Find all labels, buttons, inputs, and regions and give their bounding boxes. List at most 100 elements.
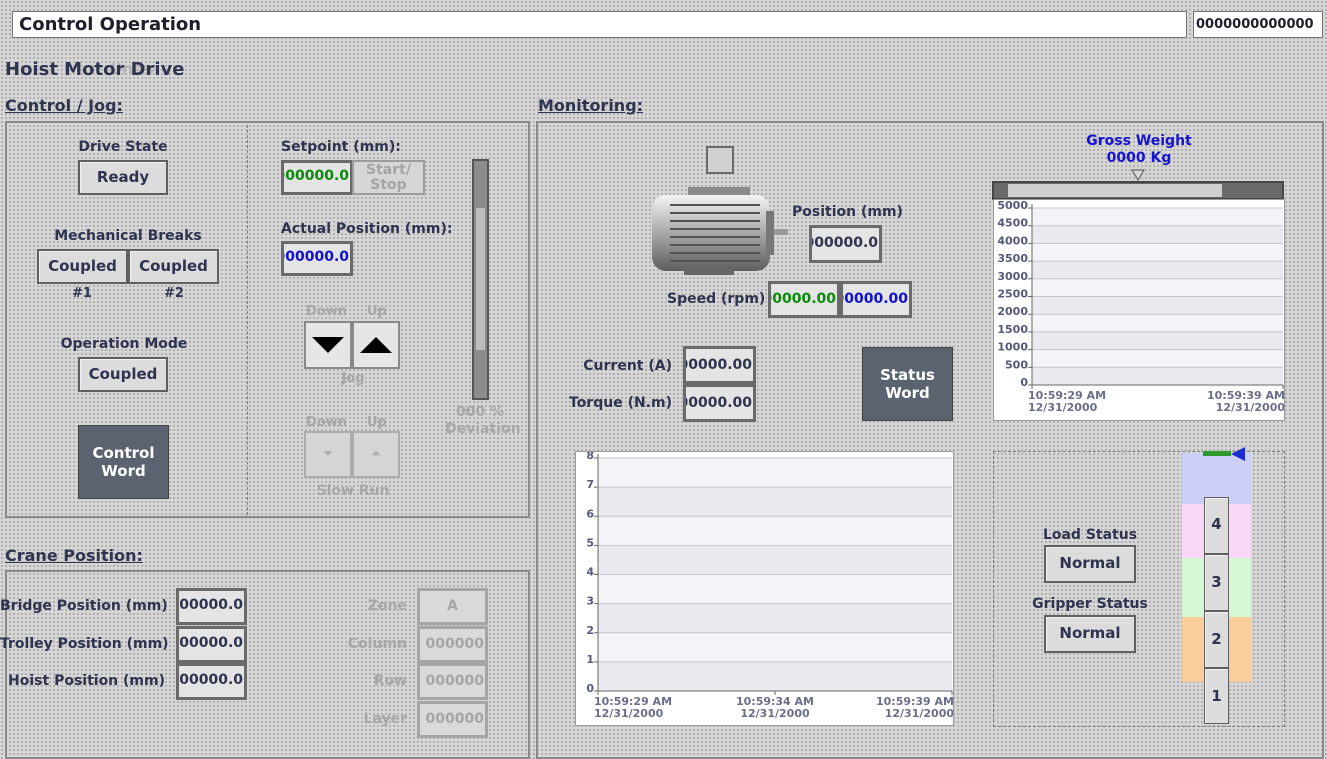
mechanical-break-1-indicator: Coupled xyxy=(37,249,128,284)
drive-state-indicator: Ready xyxy=(78,160,168,195)
speed-actual-value: 00000.00 xyxy=(840,291,908,307)
gripper-status-label: Gripper Status xyxy=(1032,596,1148,612)
monitoring-title: Monitoring: xyxy=(538,96,644,115)
x-tick-date-label: 12/31/2000 xyxy=(1216,401,1284,414)
status-word-button[interactable]: Status Word xyxy=(862,347,953,421)
grid-band xyxy=(598,487,952,517)
x-tick-date-label: 12/31/2000 xyxy=(1028,401,1098,414)
deviation-bar xyxy=(472,159,489,400)
grid-band xyxy=(1032,296,1283,315)
y-tick-label: 3 xyxy=(586,595,594,608)
level-1-block: 1 xyxy=(1204,668,1229,724)
y-tick-label: 5000 xyxy=(997,200,1028,212)
gross-weight-slider-track xyxy=(1008,184,1222,197)
slow-run-up-button[interactable]: ⏶ xyxy=(352,431,400,478)
layer-value: 000000 xyxy=(425,711,484,727)
hoist-position-field: 0000000.0 xyxy=(176,663,247,700)
column-value: 000000 xyxy=(425,636,484,652)
y-tick-label: 3000 xyxy=(997,270,1028,283)
bridge-position-label: Bridge Position (mm) xyxy=(0,598,168,614)
y-tick-label: 2000 xyxy=(997,305,1028,318)
actual-position-value: 0000000.0 xyxy=(284,249,349,265)
hoist-position-value: 0000000.0 xyxy=(179,672,243,688)
setpoint-input[interactable]: 0000000.0 xyxy=(281,160,353,195)
row-field: 000000 xyxy=(417,663,488,700)
grid-band xyxy=(598,661,952,691)
window-id-field: 0000000000000 xyxy=(1193,11,1323,38)
gross-weight-value: 0000 Kg xyxy=(1106,150,1172,166)
zone-value: A xyxy=(447,598,458,614)
level-2-block: 2 xyxy=(1204,611,1229,668)
control-word-button[interactable]: Control Word xyxy=(78,425,169,499)
operation-mode-indicator: Coupled xyxy=(78,357,168,392)
slow-run-caption: Slow Run xyxy=(316,483,390,499)
slow-run-down-button[interactable]: ⏷ xyxy=(304,431,352,478)
grid-band xyxy=(1032,367,1283,385)
speed-trend-svg: 01234567810:59:29 AM12/31/200010:59:34 A… xyxy=(586,449,954,720)
setpoint-value: 0000000.0 xyxy=(284,168,349,184)
y-tick-label: 8 xyxy=(586,452,594,462)
row-label: Row xyxy=(373,673,407,689)
grid-band xyxy=(598,458,952,488)
grid-band xyxy=(598,603,952,633)
position-value: 0000000.0 xyxy=(812,235,878,251)
torque-value: 00000.00 xyxy=(683,395,752,411)
grid-band xyxy=(598,545,952,575)
load-position-bar xyxy=(1203,451,1231,456)
y-tick-label: 4000 xyxy=(997,234,1028,247)
grid-band xyxy=(598,516,952,546)
actual-position-field: 0000000.0 xyxy=(281,241,353,276)
slow-run-up-label: Up xyxy=(367,415,387,430)
triangle-down-icon xyxy=(312,337,344,353)
break-1-caption: #1 xyxy=(72,286,92,301)
load-position-arrow-icon xyxy=(1231,447,1245,461)
x-tick-date-label: 12/31/2000 xyxy=(594,707,664,720)
zone-field: A xyxy=(417,588,488,625)
jog-up-label: Up xyxy=(367,304,387,319)
gross-weight-label: Gross Weight xyxy=(1086,133,1192,149)
y-tick-label: 3500 xyxy=(997,252,1028,265)
speed-actual-field: 00000.00 xyxy=(840,281,912,318)
zone-label: Zone xyxy=(367,598,407,614)
y-tick-label: 1500 xyxy=(997,323,1028,336)
operation-mode-label: Operation Mode xyxy=(60,336,188,352)
grid-band xyxy=(1032,278,1283,297)
jog-down-label: Down xyxy=(306,304,347,319)
y-tick-label: 500 xyxy=(1005,358,1028,371)
y-tick-label: 1000 xyxy=(997,341,1028,354)
deviation-value: 000 % xyxy=(456,404,505,420)
page-title: Hoist Motor Drive xyxy=(5,59,185,80)
status-word-label: Status Word xyxy=(880,366,935,402)
y-tick-label: 2500 xyxy=(997,288,1028,301)
y-tick-label: 5 xyxy=(586,536,594,549)
y-tick-label: 7 xyxy=(586,478,594,491)
layer-label: Layer xyxy=(363,711,407,727)
torque-label: Torque (N.m) xyxy=(569,395,672,411)
grid-band xyxy=(1032,243,1283,262)
trolley-position-field: 0000000.0 xyxy=(176,626,247,663)
speed-setpoint-field: 00000.00 xyxy=(768,281,840,318)
row-value: 000000 xyxy=(425,673,484,689)
crane-position-title: Crane Position: xyxy=(5,546,143,565)
grid-band xyxy=(1032,208,1283,226)
grid-band xyxy=(1032,349,1283,368)
deviation-label: Deviation xyxy=(445,421,521,437)
torque-field: 00000.00 xyxy=(683,384,756,422)
jog-down-button[interactable] xyxy=(304,321,352,369)
grid-band xyxy=(1032,225,1283,244)
grid-band xyxy=(1032,314,1283,332)
level-4-block: 4 xyxy=(1204,497,1229,554)
y-tick-label: 2 xyxy=(586,624,594,637)
weight-trend-chart: 0 500 1000 1500 2000 2500 3000 3500 4000 4500 5000… xyxy=(993,199,1285,421)
speed-label: Speed (rpm) xyxy=(667,291,766,307)
trolley-position-value: 0000000.0 xyxy=(179,635,243,651)
control-word-label: Control Word xyxy=(92,444,155,480)
current-label: Current (A) xyxy=(583,358,672,374)
y-tick-label: 1 xyxy=(586,653,594,666)
start-stop-button[interactable]: Start/ Stop xyxy=(352,160,425,195)
weight-marker-icon xyxy=(1131,169,1145,181)
x-tick-date-label: 12/31/2000 xyxy=(885,707,953,720)
break-2-caption: #2 xyxy=(164,286,184,301)
jog-up-button[interactable] xyxy=(352,321,400,369)
column-field: 000000 xyxy=(417,626,488,663)
